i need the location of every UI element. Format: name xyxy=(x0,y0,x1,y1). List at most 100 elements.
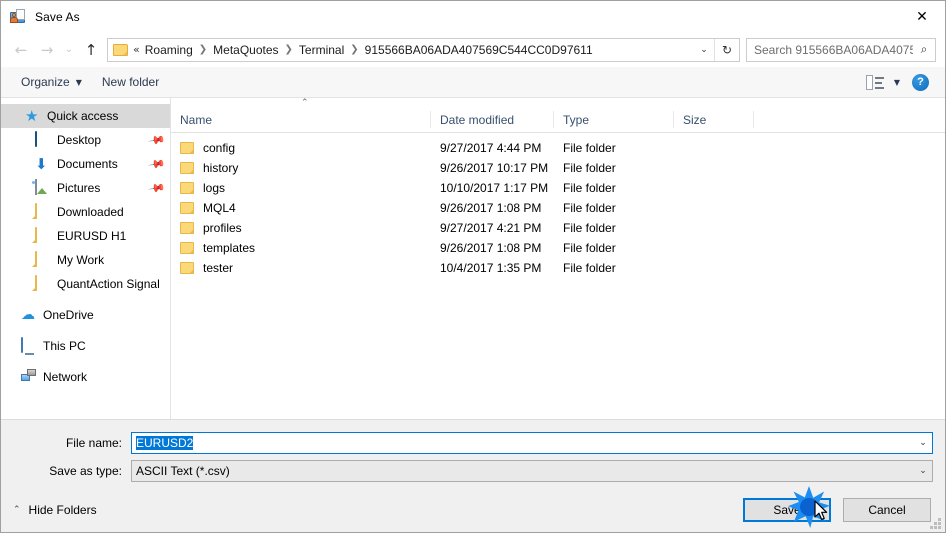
save-as-icon xyxy=(10,8,26,25)
sidebar-item-network[interactable]: Network xyxy=(1,365,170,389)
file-name-cell[interactable]: config xyxy=(171,141,431,155)
recent-locations-icon[interactable]: ⌄ xyxy=(60,37,78,63)
hide-folders-button[interactable]: ⌃ Hide Folders xyxy=(13,503,97,517)
sidebar-item-pictures[interactable]: Pictures 📌 xyxy=(1,176,170,200)
save-button[interactable]: Save xyxy=(743,498,831,522)
file-date-cell: 9/26/2017 1:08 PM xyxy=(440,241,542,255)
download-arrow-icon: ⬇ xyxy=(35,155,48,173)
pin-icon[interactable]: 📌 xyxy=(148,155,167,174)
up-icon[interactable]: ↑ xyxy=(78,37,104,63)
search-input[interactable]: Search 915566BA06ADA40756... xyxy=(747,43,913,57)
breadcrumb-item-terminal[interactable]: Terminal xyxy=(298,43,345,57)
star-icon: ★ xyxy=(25,107,39,125)
monitor-icon xyxy=(35,131,51,148)
sidebar-item-label: EURUSD H1 xyxy=(57,229,127,243)
sidebar-item-desktop[interactable]: Desktop 📌 xyxy=(1,128,170,152)
address-bar[interactable]: « Roaming ❯ MetaQuotes ❯ Terminal ❯ 9155… xyxy=(107,37,740,62)
breadcrumb-item-metaquotes[interactable]: MetaQuotes xyxy=(212,43,279,57)
file-name-cell[interactable]: history xyxy=(171,161,431,175)
cloud-icon: ☁ xyxy=(21,307,35,323)
back-icon[interactable]: ← xyxy=(8,37,34,63)
table-row[interactable]: logs 10/10/2017 1:17 PM File folder xyxy=(171,178,945,198)
pin-icon[interactable]: 📌 xyxy=(148,179,167,198)
resize-grip[interactable] xyxy=(930,518,941,529)
new-folder-button[interactable]: New folder xyxy=(96,72,165,92)
sidebar-item-documents[interactable]: ⬇ Documents 📌 xyxy=(1,152,170,176)
chevron-down-icon: ▼ xyxy=(75,77,82,87)
save-as-type-row: Save as type: ASCII Text (*.csv) ⌄ xyxy=(13,460,933,482)
column-header-type[interactable]: Type xyxy=(554,111,674,128)
file-rows: config 9/27/2017 4:44 PM File folder his… xyxy=(171,133,945,419)
sidebar-item-label: Documents xyxy=(57,157,118,171)
table-row[interactable]: config 9/27/2017 4:44 PM File folder xyxy=(171,138,945,158)
file-name-label: profiles xyxy=(203,221,242,235)
view-layout-icon[interactable] xyxy=(865,74,886,90)
cancel-button[interactable]: Cancel xyxy=(843,498,931,522)
table-row[interactable]: MQL4 9/26/2017 1:08 PM File folder xyxy=(171,198,945,218)
dialog-footer: ⌃ Hide Folders Save Cancel xyxy=(1,488,945,532)
file-name-cell[interactable]: profiles xyxy=(171,221,431,235)
search-icon[interactable]: ⌕ xyxy=(913,42,935,57)
sidebar-item-onedrive[interactable]: ☁ OneDrive xyxy=(1,303,170,327)
organize-button[interactable]: Organize ▼ xyxy=(15,72,88,92)
pin-icon[interactable]: 📌 xyxy=(148,131,167,150)
network-icon xyxy=(21,369,37,385)
picture-icon xyxy=(35,179,51,196)
close-icon[interactable]: ✕ xyxy=(899,1,945,32)
sidebar-item-label: This PC xyxy=(43,339,86,353)
chevron-down-icon[interactable]: ⌄ xyxy=(914,466,932,476)
file-name-cell[interactable]: templates xyxy=(171,241,431,255)
sidebar-item-label: Pictures xyxy=(57,181,101,195)
file-type-cell: File folder xyxy=(563,221,616,235)
forward-icon[interactable]: → xyxy=(34,37,60,63)
sidebar-item-quantaction-signal[interactable]: QuantAction Signal xyxy=(1,272,170,296)
help-icon[interactable]: ? xyxy=(912,73,929,91)
file-name-cell[interactable]: logs xyxy=(171,181,431,195)
folder-icon xyxy=(180,242,194,254)
column-header-name[interactable]: Name xyxy=(171,111,431,128)
file-name-cell[interactable]: MQL4 xyxy=(171,201,431,215)
file-name-label: File name: xyxy=(65,436,122,450)
table-row[interactable]: tester 10/4/2017 1:35 PM File folder xyxy=(171,258,945,278)
file-type-cell: File folder xyxy=(563,241,616,255)
chevron-down-icon[interactable]: ▼ xyxy=(894,78,900,87)
table-row[interactable]: profiles 9/27/2017 4:21 PM File folder xyxy=(171,218,945,238)
column-header-date-modified[interactable]: Date modified xyxy=(431,111,554,128)
sidebar-item-label: OneDrive xyxy=(43,308,94,322)
sidebar-item-eurusd-h1[interactable]: EURUSD H1 xyxy=(1,224,170,248)
file-name-label: tester xyxy=(203,261,234,275)
folder-icon xyxy=(35,227,51,244)
file-type-cell: File folder xyxy=(563,141,616,155)
sidebar-item-downloaded[interactable]: Downloaded xyxy=(1,200,170,224)
search-box[interactable]: Search 915566BA06ADA40756... ⌕ xyxy=(746,37,936,62)
chevron-right-icon[interactable]: ❯ xyxy=(280,44,298,55)
save-form: File name: EURUSD2 ⌄ Save as type: ASCII… xyxy=(1,419,945,488)
chevron-right-icon[interactable]: ❯ xyxy=(345,44,363,55)
folder-icon xyxy=(35,203,51,220)
file-date-cell: 9/26/2017 1:08 PM xyxy=(440,201,542,215)
breadcrumb-overflow-icon[interactable]: « xyxy=(133,43,144,56)
file-name-value[interactable]: EURUSD2 xyxy=(132,436,914,450)
sidebar-item-this-pc[interactable]: This PC xyxy=(1,334,170,358)
chevron-down-icon[interactable]: ⌄ xyxy=(914,438,932,448)
refresh-icon[interactable]: ↻ xyxy=(714,38,739,61)
breadcrumb-item-terminal-id[interactable]: 915566BA06ADA407569C544CC0D97611 xyxy=(364,43,594,57)
file-name-cell[interactable]: tester xyxy=(171,261,431,275)
chevron-right-icon[interactable]: ❯ xyxy=(194,44,212,55)
chevron-up-icon: ⌃ xyxy=(13,505,21,515)
sidebar-item-my-work[interactable]: My Work xyxy=(1,248,170,272)
file-name-input[interactable]: EURUSD2 ⌄ xyxy=(131,432,933,454)
sidebar-item-label: Desktop xyxy=(57,133,102,147)
folder-icon xyxy=(113,43,128,56)
chevron-down-icon[interactable]: ⌄ xyxy=(694,45,714,55)
save-as-type-select[interactable]: ASCII Text (*.csv) ⌄ xyxy=(131,460,933,482)
table-row[interactable]: history 9/26/2017 10:17 PM File folder xyxy=(171,158,945,178)
file-date-cell: 9/27/2017 4:21 PM xyxy=(440,221,542,235)
window-title: Save As xyxy=(35,9,80,24)
breadcrumb-item-roaming[interactable]: Roaming xyxy=(144,43,194,57)
column-header-size[interactable]: Size xyxy=(674,111,754,128)
sidebar-item-label: My Work xyxy=(57,253,105,267)
table-row[interactable]: templates 9/26/2017 1:08 PM File folder xyxy=(171,238,945,258)
sidebar-item-quick-access[interactable]: ★ Quick access xyxy=(1,104,170,128)
file-type-cell: File folder xyxy=(563,181,616,195)
